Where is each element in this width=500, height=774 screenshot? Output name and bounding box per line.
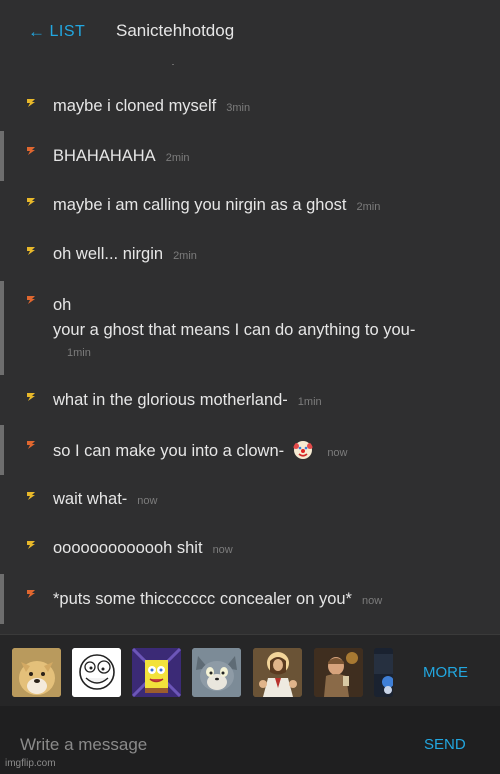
other-bolt-icon — [27, 441, 35, 449]
message-text: so I can make you into a clown- — [53, 442, 285, 460]
other-sender-bar — [0, 425, 4, 475]
message-item: oh your a ghost that means I can do anyt… — [0, 281, 500, 375]
message-text-line2: your a ghost that means I can do anythin… — [53, 321, 416, 339]
derp-face-icon — [72, 648, 121, 697]
message-time: now — [212, 544, 233, 556]
more-stickers-button[interactable]: MORE — [423, 664, 468, 681]
message-time: 1min — [67, 347, 91, 359]
message-time: 2min — [356, 201, 381, 213]
message-text: maybe i am calling you nirgin as a ghost — [53, 196, 347, 214]
leonardo-laughing-sticker[interactable] — [314, 648, 363, 697]
message-time: 2min — [165, 152, 190, 164]
message-time: now — [327, 447, 348, 459]
message-text: ooooooooooooh shit — [53, 539, 203, 557]
message-time: 2min — [173, 250, 197, 262]
message-item: oh well... nirgin 2min — [0, 244, 500, 266]
self-bolt-icon — [27, 99, 35, 107]
derp-face-sticker[interactable] — [72, 648, 121, 697]
partial-sticker-icon — [374, 648, 393, 697]
message-item: maybe i am calling you nirgin as a ghost… — [0, 195, 500, 217]
other-sender-bar — [0, 281, 4, 375]
self-bolt-icon — [27, 198, 35, 206]
self-bolt-icon — [27, 541, 35, 549]
unsettled-tom-sticker[interactable] — [192, 648, 241, 697]
message-item: ooooooooooooh shit now — [0, 538, 500, 560]
partial-sticker[interactable] — [374, 648, 393, 697]
clown-face-icon — [292, 441, 313, 459]
other-bolt-icon — [27, 590, 35, 598]
message-time: 1min — [297, 396, 322, 408]
message-text: maybe i cloned myself — [53, 97, 217, 115]
message-time: 3min — [226, 102, 251, 114]
message-text: oh well... nirgin — [53, 245, 164, 263]
message-item: so I can make you into a clown- now — [0, 425, 500, 475]
self-bolt-icon — [27, 393, 35, 401]
doge-sticker[interactable] — [12, 648, 61, 697]
watermark: imgflip.com — [5, 758, 56, 769]
self-bolt-icon — [27, 247, 35, 255]
message-text: *puts some thiccccccc concealer on you* — [53, 590, 352, 608]
send-button[interactable]: SEND — [424, 736, 466, 753]
message-text: what in the glorious motherland- — [53, 391, 288, 409]
message-time: now — [137, 495, 158, 507]
message-text-line1: oh — [53, 296, 72, 314]
tom-cat-icon — [192, 648, 241, 697]
doge-icon — [12, 648, 61, 697]
imagination-spongebob-sticker[interactable] — [132, 648, 181, 697]
message-text: BHAHAHAHA — [53, 147, 156, 165]
leonardo-icon — [314, 648, 363, 697]
message-item: maybe i cloned myself 3min — [0, 96, 500, 118]
other-sender-bar — [0, 574, 4, 624]
message-item: wait what-now — [0, 489, 500, 511]
self-bolt-icon — [27, 492, 35, 500]
buddy-christ-icon — [253, 648, 302, 697]
sticker-bar: MORE — [0, 634, 500, 707]
message-item: *puts some thiccccccc concealer on you* n… — [0, 574, 500, 624]
other-bolt-icon — [27, 147, 35, 155]
message-input[interactable] — [18, 730, 402, 760]
message-item: what in the glorious motherland- 1min — [0, 390, 500, 412]
message-text: wait what- — [53, 490, 128, 508]
spongebob-icon — [132, 648, 181, 697]
other-bolt-icon — [27, 296, 35, 304]
other-sender-bar — [0, 131, 4, 181]
buddy-christ-sticker[interactable] — [253, 648, 302, 697]
message-composer: SEND — [0, 706, 500, 774]
message-item: BHAHAHAHA 2min — [0, 131, 500, 181]
message-time: now — [361, 595, 383, 607]
